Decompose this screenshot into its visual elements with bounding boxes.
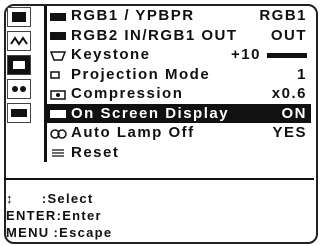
on-screen-display-icon <box>49 107 67 119</box>
menu-item-label: Compression <box>71 85 184 103</box>
tab-options[interactable] <box>7 55 31 75</box>
menu-item-value: ON <box>281 104 307 122</box>
hint-select: ↕ :Select <box>6 190 112 207</box>
reset-icon <box>49 146 67 158</box>
input-rgb2-icon <box>49 29 67 41</box>
menu-item-value: OUT <box>270 26 307 44</box>
menu-item-compression[interactable]: Compression x0.6 <box>47 84 311 104</box>
menu-item-reset[interactable]: Reset <box>47 143 311 163</box>
settings-menu: RGB1 / YPBPR RGB1 RGB2 IN/RGB1 OUT OUT K… <box>44 6 311 162</box>
menu-item-label: On Screen Display <box>71 104 230 122</box>
network-icon <box>12 86 26 92</box>
hint-text: :Enter <box>56 208 102 223</box>
picture-icon <box>12 12 26 22</box>
compression-icon <box>49 88 67 100</box>
menu-item-keystone[interactable]: Keystone +10 <box>47 45 311 65</box>
options-icon <box>13 61 25 69</box>
hint-escape: MENU:Escape <box>6 224 112 241</box>
keystone-icon <box>49 49 67 61</box>
menu-tabs <box>7 7 33 127</box>
menu-item-label: Keystone <box>71 46 151 64</box>
menu-item-label: Projection Mode <box>71 65 211 83</box>
hint-key: ↕ <box>6 191 14 206</box>
hint-enter: ENTER:Enter <box>6 207 112 224</box>
menu-item-label: Reset <box>71 143 120 161</box>
menu-item-value: YES <box>272 124 307 142</box>
hint-text: :Escape <box>53 225 113 240</box>
footer-divider <box>4 178 314 180</box>
menu-item-label: RGB1 / YPBPR <box>71 7 195 25</box>
menu-item-rgb2-in-rgb1-out[interactable]: RGB2 IN/RGB1 OUT OUT <box>47 26 311 46</box>
hint-key: ENTER <box>6 208 57 223</box>
menu-item-label: RGB2 IN/RGB1 OUT <box>71 26 238 44</box>
menu-item-value: +10 <box>231 46 307 63</box>
menu-item-projection-mode[interactable]: Projection Mode 1 <box>47 65 311 85</box>
language-icon <box>11 109 27 117</box>
key-hints: ↕ :Select ENTER:Enter MENU:Escape <box>6 190 112 241</box>
menu-item-on-screen-display[interactable]: On Screen Display ON <box>47 103 311 123</box>
tab-picture[interactable] <box>7 7 31 27</box>
tab-network[interactable] <box>7 79 31 99</box>
menu-item-auto-lamp-off[interactable]: Auto Lamp Off YES <box>47 123 311 143</box>
keystone-value: +10 <box>231 46 261 64</box>
menu-item-value: RGB1 <box>259 7 307 25</box>
signal-icon <box>10 36 28 46</box>
menu-item-rgb1-ypbpr[interactable]: RGB1 / YPBPR RGB1 <box>47 6 311 26</box>
keystone-level-bar[interactable] <box>267 52 307 58</box>
hint-text: :Select <box>41 191 94 206</box>
menu-item-label: Auto Lamp Off <box>71 124 195 142</box>
projection-mode-icon <box>49 68 67 80</box>
tab-signal[interactable] <box>7 31 31 51</box>
menu-item-value: x0.6 <box>271 85 307 103</box>
tab-language[interactable] <box>7 103 31 123</box>
hint-key: MENU <box>6 225 50 240</box>
input-ypbpr-icon <box>49 10 67 22</box>
menu-item-value: 1 <box>297 65 307 83</box>
auto-lamp-off-icon <box>49 127 67 139</box>
